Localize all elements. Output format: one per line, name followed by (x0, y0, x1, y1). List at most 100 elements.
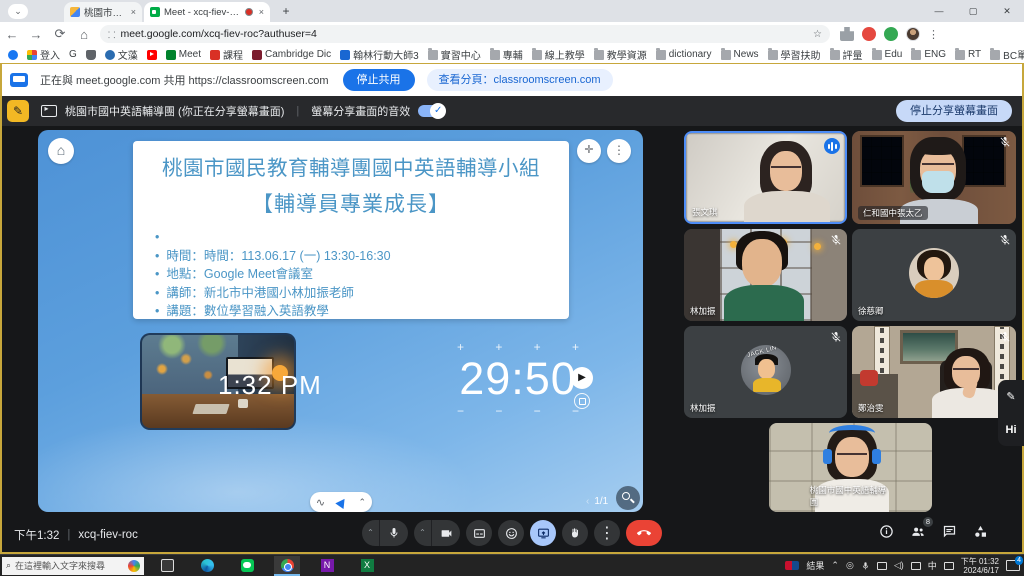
action-center-icon[interactable]: 4 (1006, 560, 1020, 571)
bookmark-shield[interactable] (86, 50, 96, 60)
bookmark-folder[interactable]: 教學資源 (594, 47, 647, 62)
bookmark-folder[interactable]: 線上教學 (532, 47, 585, 62)
extension-red-icon[interactable] (862, 27, 876, 41)
home-button[interactable]: ⌂ (72, 27, 96, 42)
participant-tile[interactable]: 林加振 (684, 229, 847, 321)
home-icon[interactable]: ⌂ (48, 138, 74, 164)
bookmark-youtube[interactable] (147, 50, 157, 60)
annotation-pen-icon[interactable]: ✎ (7, 100, 29, 122)
widget-icon[interactable] (785, 561, 799, 570)
tab-close-icon[interactable]: × (259, 7, 264, 17)
bookmark-folder[interactable]: ENG (911, 49, 946, 60)
tab-meet[interactable]: Meet - xcq-fiev-roc × (144, 2, 270, 22)
present-button[interactable] (530, 520, 556, 546)
draw-tool-icon[interactable]: ∿ (316, 496, 325, 509)
chat-button[interactable] (942, 524, 957, 539)
raise-hand-button[interactable] (562, 520, 588, 546)
annotation-side-panel[interactable]: ✎ Hi (998, 380, 1024, 446)
more-menu-icon[interactable]: ⋮ (607, 139, 631, 163)
camera-button[interactable]: ⌃ (414, 520, 460, 546)
captions-button[interactable] (466, 520, 492, 546)
stop-presenting-button[interactable]: 停止分享螢幕畫面 (896, 100, 1012, 122)
bookmark-item[interactable]: 文藻 (105, 47, 138, 62)
meeting-details-button[interactable] (879, 524, 894, 539)
clock-widget[interactable]: 1:32 PM (218, 370, 322, 401)
tray-expand-icon[interactable]: ⌃ (831, 560, 839, 571)
timer-play-button[interactable]: ▶ (571, 367, 593, 389)
extension-green-icon[interactable] (884, 27, 898, 41)
timer-decrement-row[interactable]: −−−− (443, 404, 593, 418)
people-button[interactable]: 8 (910, 524, 926, 539)
widget-label[interactable]: 結果 (806, 559, 824, 572)
task-view-button[interactable] (154, 556, 180, 576)
audio-share-toggle[interactable]: ✓ (418, 105, 444, 117)
edge-app-icon[interactable] (194, 556, 220, 576)
stop-sharing-button[interactable]: 停止共用 (343, 69, 415, 91)
zoom-button[interactable] (616, 486, 640, 510)
tray-cast-icon[interactable] (911, 562, 921, 570)
line-app-icon[interactable] (234, 556, 260, 576)
collapse-toolbar-icon[interactable]: ⌃ (359, 497, 367, 508)
onenote-app-icon[interactable]: N (314, 556, 340, 576)
back-button[interactable]: ← (0, 27, 24, 42)
bookmark-folder[interactable]: News (721, 49, 759, 60)
address-bar[interactable]: ⸬ meet.google.com/xcq-fiev-roc?authuser=… (100, 25, 830, 43)
window-maximize-button[interactable]: ▢ (956, 0, 990, 22)
bookmark-item[interactable]: Cambridge Dic (252, 49, 331, 60)
participant-tile[interactable]: JACK LIN 林加振 (684, 326, 847, 418)
bookmark-folder[interactable]: 實習中心 (428, 47, 481, 62)
taskbar-search-box[interactable]: ⌕ 在這裡輸入文字來搜尋 (2, 557, 144, 575)
bookmark-item[interactable]: 翰林行動大師3 (340, 47, 419, 62)
view-tab-button[interactable]: 查看分頁：classroomscreen.com (427, 69, 613, 91)
pencil-icon[interactable]: ✎ (1006, 390, 1015, 403)
reactions-button[interactable] (498, 520, 524, 546)
more-options-button[interactable]: ⋮ (594, 520, 620, 546)
end-call-button[interactable] (626, 520, 662, 546)
participant-tile[interactable]: 仁和國中張太乙 (852, 131, 1016, 224)
tab-close-icon[interactable]: × (131, 7, 136, 17)
bookmark-facebook[interactable] (8, 50, 18, 60)
taskbar-clock[interactable]: 下午 01:32 2024/6/17 (961, 557, 999, 575)
new-tab-button[interactable]: + (278, 4, 294, 20)
bookmark-folder[interactable]: 專輔 (490, 47, 523, 62)
bookmark-item[interactable]: G (69, 49, 77, 60)
timer-increment-row[interactable]: ++++ (443, 340, 593, 354)
page-prev-icon[interactable]: ‹ (586, 496, 589, 507)
tray-notes-icon[interactable] (944, 562, 954, 570)
mic-button[interactable]: ⌃ (362, 520, 408, 546)
participant-tile[interactable]: 張文琪 (684, 131, 847, 224)
bookmark-star-icon[interactable]: ☆ (813, 29, 822, 40)
bookmark-item[interactable]: 課程 (210, 47, 243, 62)
ime-indicator[interactable]: 中 (928, 559, 937, 572)
tab-search-icon[interactable]: ⌄ (8, 4, 28, 19)
bookmark-folder[interactable]: Edu (872, 49, 903, 60)
window-minimize-button[interactable]: — (922, 0, 956, 22)
extensions-puzzle-icon[interactable] (840, 27, 854, 41)
tray-app-icon[interactable]: ◎ (846, 560, 854, 571)
participant-tile[interactable]: 徐慈卿 (852, 229, 1016, 321)
reload-button[interactable]: ⟳ (48, 26, 72, 42)
tray-mic-icon[interactable] (861, 561, 870, 571)
site-info-icon[interactable]: ⸬ (108, 28, 114, 41)
bookmark-folder[interactable]: RT (955, 49, 981, 60)
search-highlights-icon[interactable] (128, 560, 140, 572)
move-icon[interactable]: ✛ (577, 139, 601, 163)
timer-stop-button[interactable] (574, 393, 590, 409)
excel-app-icon[interactable]: X (354, 556, 380, 576)
tray-volume-icon[interactable]: ◁) (894, 560, 904, 571)
bookmark-folder[interactable]: dictionary (656, 49, 712, 60)
tab-guidance-site[interactable]: 桃園市立國教輔導團 國中英語… × (64, 2, 142, 22)
forward-button[interactable]: → (24, 27, 48, 42)
bookmark-folder[interactable]: 評量 (830, 47, 863, 62)
window-close-button[interactable]: ✕ (990, 0, 1024, 22)
participant-tile[interactable]: 鄭治雯 (852, 326, 1016, 418)
bookmark-item[interactable]: Meet (166, 49, 201, 60)
self-view-tile[interactable]: 桃園市國中英語輔導團 (769, 423, 932, 512)
tray-display-icon[interactable] (877, 562, 887, 570)
activities-button[interactable] (973, 524, 988, 539)
bookmark-item[interactable]: 登入 (27, 47, 60, 62)
bookmark-folder[interactable]: 學習扶助 (768, 47, 821, 62)
browser-menu-icon[interactable]: ⋮ (928, 28, 939, 41)
pointer-tool-icon[interactable] (335, 495, 348, 508)
chrome-app-icon[interactable] (274, 556, 300, 576)
